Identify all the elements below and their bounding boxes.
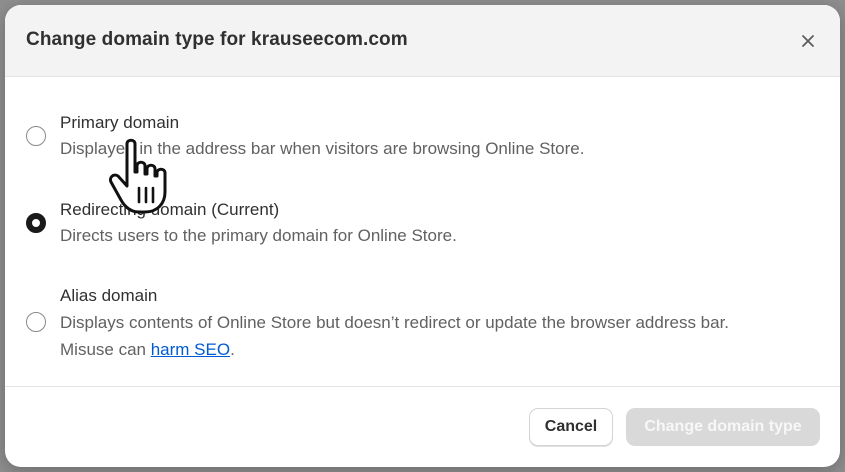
- period-text: .: [230, 340, 235, 359]
- dialog-title: Change domain type for krauseecom.com: [26, 29, 408, 50]
- cancel-button[interactable]: Cancel: [529, 408, 613, 446]
- radio-alias-domain[interactable]: [26, 312, 46, 332]
- dialog-header: Change domain type for krauseecom.com: [5, 5, 840, 77]
- footer-divider: [5, 386, 840, 387]
- close-button[interactable]: [794, 27, 822, 55]
- option-label: Alias domain: [60, 286, 158, 305]
- harm-seo-link[interactable]: harm SEO: [151, 340, 230, 359]
- close-icon: [802, 35, 814, 47]
- hand-pointer-icon: [109, 138, 167, 214]
- radio-redirecting-domain[interactable]: [26, 213, 46, 233]
- option-description-line1: Displays contents of Online Store but do…: [60, 313, 730, 332]
- radio-primary-domain[interactable]: [26, 126, 46, 146]
- change-domain-type-dialog: Change domain type for krauseecom.com Pr…: [5, 5, 840, 467]
- change-domain-type-button[interactable]: Change domain type: [626, 408, 820, 446]
- option-description: Directs users to the primary domain for …: [60, 226, 457, 245]
- misuse-text: Misuse can: [60, 340, 151, 359]
- option-label: Primary domain: [60, 113, 180, 132]
- option-description-line2: Misuse can harm SEO.: [60, 336, 235, 363]
